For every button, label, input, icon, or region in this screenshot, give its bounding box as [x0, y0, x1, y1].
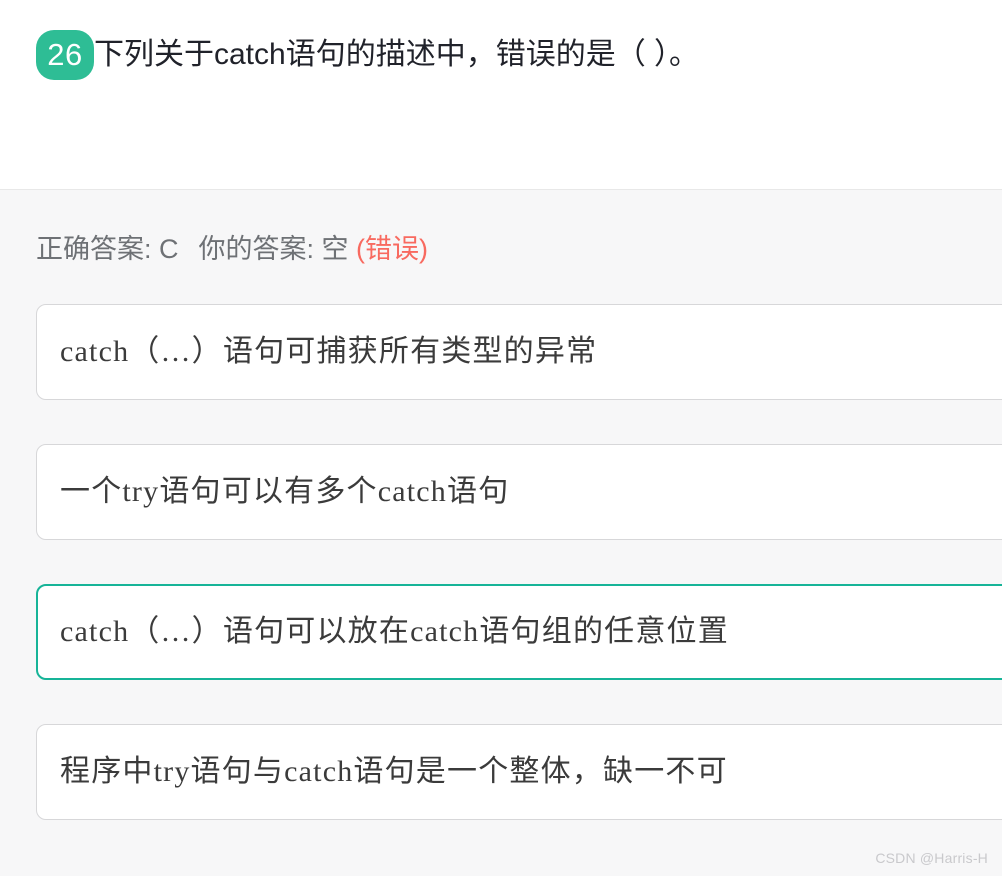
- question-review-page: 26 下列关于catch语句的描述中，错误的是（ ）。 正确答案: C 你的答案:…: [0, 0, 1002, 877]
- correct-answer-label: 正确答案: C: [36, 234, 179, 264]
- question-stem-section: 26 下列关于catch语句的描述中，错误的是（ ）。: [0, 0, 1002, 190]
- options-list: catch（…）语句可捕获所有类型的异常 一个try语句可以有多个catch语句…: [0, 304, 1002, 820]
- option-item-a[interactable]: catch（…）语句可捕获所有类型的异常: [36, 304, 1002, 400]
- option-item-c[interactable]: catch（…）语句可以放在catch语句组的任意位置: [36, 584, 1002, 680]
- option-label-b: 一个try语句可以有多个catch语句: [60, 475, 510, 508]
- question-stem-line: 26 下列关于catch语句的描述中，错误的是（ ）。: [0, 30, 1002, 80]
- csdn-watermark: CSDN @Harris-H: [875, 850, 988, 866]
- option-label-a: catch（…）语句可捕获所有类型的异常: [60, 335, 598, 368]
- answer-summary: 正确答案: C 你的答案: 空 (错误): [0, 190, 1002, 268]
- result-status-badge: (错误): [356, 234, 429, 264]
- question-number-badge: 26: [36, 30, 94, 80]
- option-item-d[interactable]: 程序中try语句与catch语句是一个整体，缺一不可: [36, 724, 1002, 820]
- option-item-b[interactable]: 一个try语句可以有多个catch语句: [36, 444, 1002, 540]
- question-stem-text: 下列关于catch语句的描述中，错误的是（ ）。: [94, 38, 700, 71]
- your-answer-label: 你的答案: 空: [198, 234, 349, 264]
- option-label-c: catch（…）语句可以放在catch语句组的任意位置: [60, 615, 729, 648]
- option-label-d: 程序中try语句与catch语句是一个整体，缺一不可: [60, 755, 728, 788]
- answer-section: 正确答案: C 你的答案: 空 (错误) catch（…）语句可捕获所有类型的异常…: [0, 190, 1002, 876]
